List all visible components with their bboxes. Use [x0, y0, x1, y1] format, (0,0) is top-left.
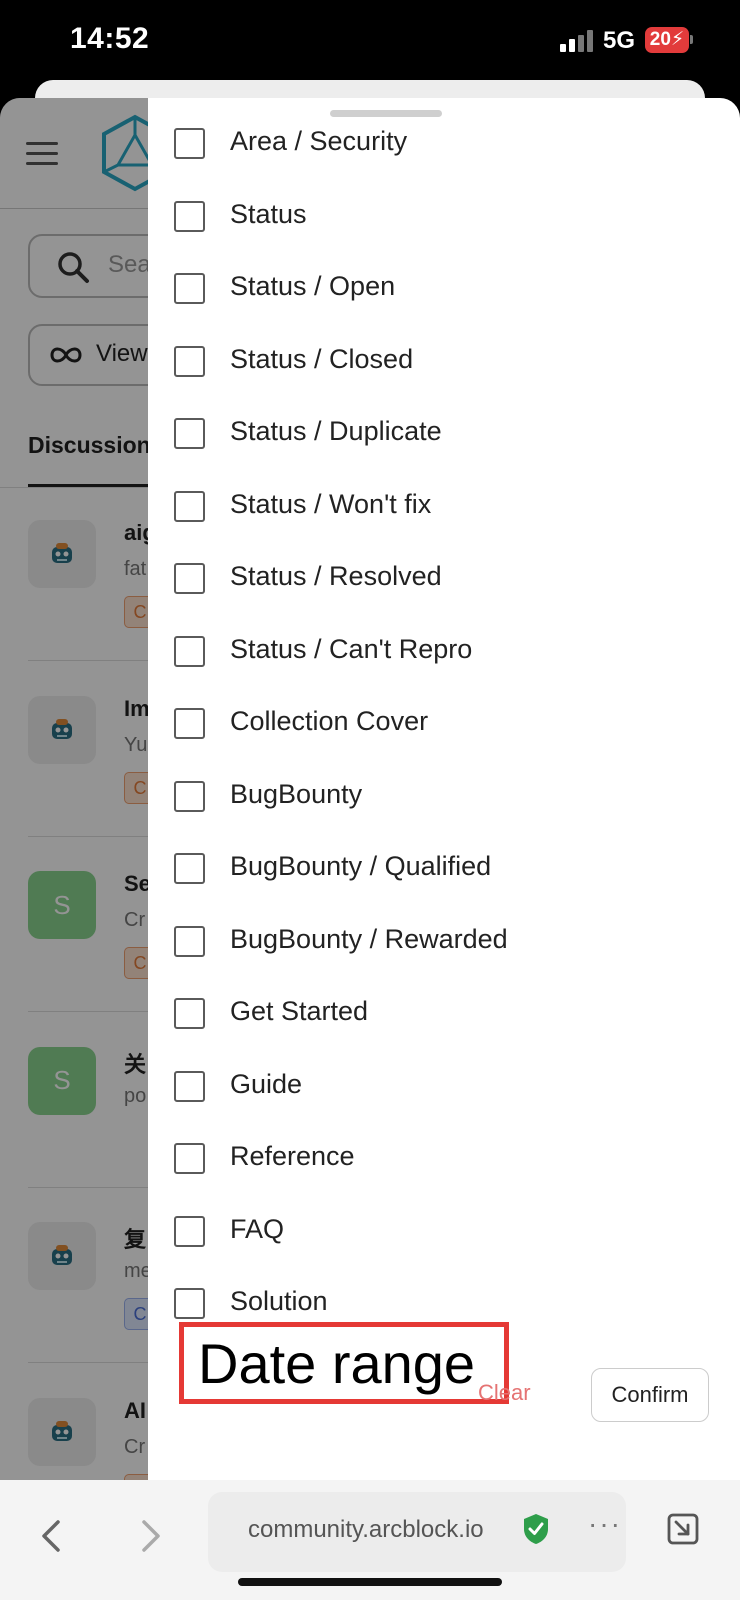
filter-option[interactable]: Status / Won't fix [174, 481, 714, 531]
filter-option-label: Status / Duplicate [230, 416, 442, 446]
secure-shield-icon [524, 1514, 548, 1544]
network-type: 5G [603, 27, 636, 54]
filter-option-label: Status / Resolved [230, 561, 442, 591]
filter-option[interactable]: BugBounty [174, 771, 714, 821]
signal-icon [560, 30, 594, 52]
checkbox[interactable] [174, 853, 205, 884]
filter-option-label: Solution [230, 1286, 328, 1316]
checkbox[interactable] [174, 273, 205, 304]
filter-option-label: Guide [230, 1068, 303, 1099]
filter-option-label: Status [230, 198, 307, 229]
checkbox[interactable] [174, 128, 205, 159]
filter-option-label: Get Started [230, 996, 369, 1026]
status-bar: 14:52 5G 20⚡ [0, 0, 740, 84]
filter-option[interactable]: Status / Can't Repro [174, 626, 714, 676]
battery-icon: 20⚡ [645, 27, 689, 53]
filter-option-label: Status / Can't Repro [230, 633, 473, 664]
filter-option-label: Status / Won't fix [230, 488, 432, 519]
filter-option[interactable]: Collection Cover [174, 698, 714, 748]
filter-option-label: FAQ [230, 1213, 285, 1244]
checkbox[interactable] [174, 563, 205, 594]
checkbox[interactable] [174, 998, 205, 1029]
filter-option[interactable]: Reference [174, 1133, 714, 1183]
filter-option-label: BugBounty / Qualified [230, 851, 492, 881]
checkbox[interactable] [174, 635, 205, 667]
checkbox[interactable] [174, 418, 205, 449]
filter-drawer: Area / Security Status Status / Open Status… [148, 98, 740, 1480]
page: Sea View Discussion aig fat C Im Yu C S Se Cr C S 关… [0, 98, 740, 1480]
filter-option-label: Reference [230, 1141, 355, 1171]
checkbox[interactable] [174, 490, 205, 522]
battery-tip [690, 35, 693, 44]
filter-option[interactable]: Solution [174, 1278, 714, 1328]
checkbox[interactable] [174, 708, 205, 739]
filter-option-label: Collection Cover [230, 706, 429, 736]
checkbox[interactable] [174, 1215, 205, 1247]
filter-option[interactable]: BugBounty / Qualified [174, 843, 714, 893]
filter-option[interactable]: BugBounty / Rewarded [174, 916, 714, 966]
filter-option[interactable]: Status / Resolved [174, 553, 714, 603]
filter-option[interactable]: Status / Duplicate [174, 408, 714, 458]
filter-option-label: BugBounty [230, 778, 363, 809]
confirm-button[interactable]: Confirm [591, 1368, 709, 1422]
back-arrow-icon[interactable] [36, 1516, 66, 1556]
checkbox[interactable] [174, 200, 205, 232]
checkbox[interactable] [174, 925, 205, 957]
filter-option[interactable]: Get Started [174, 988, 714, 1038]
home-indicator [238, 1578, 502, 1586]
forward-arrow-icon[interactable] [136, 1516, 166, 1556]
url-text: community.arcblock.io [248, 1516, 484, 1543]
more-menu-button[interactable]: ··· [588, 1508, 622, 1540]
checkbox[interactable] [174, 1288, 205, 1319]
filter-option-label: Status / Closed [230, 343, 414, 374]
checkbox[interactable] [174, 780, 205, 812]
date-range-label: Date range [198, 1332, 476, 1395]
status-time: 14:52 [70, 22, 150, 55]
address-bar[interactable]: community.arcblock.io [208, 1492, 626, 1572]
checkbox[interactable] [174, 1070, 205, 1102]
filter-option-label: Status / Open [230, 271, 396, 301]
checkbox[interactable] [174, 345, 205, 377]
filter-option[interactable]: Area / Security [174, 118, 714, 168]
filter-option[interactable]: Guide [174, 1061, 714, 1111]
date-range-highlight: Date range [179, 1322, 509, 1404]
minimize-window-icon[interactable] [666, 1512, 700, 1546]
clear-button[interactable]: Clear [478, 1380, 531, 1406]
filter-option[interactable]: Status [174, 191, 714, 241]
drawer-handle[interactable] [330, 110, 442, 117]
battery-level: 20 [649, 29, 671, 50]
filter-option-label: Area / Security [230, 126, 408, 156]
filter-option[interactable]: FAQ [174, 1206, 714, 1256]
filter-option[interactable]: Status / Closed [174, 336, 714, 386]
filter-option[interactable]: Status / Open [174, 263, 714, 313]
checkbox[interactable] [174, 1143, 205, 1174]
filter-option-label: BugBounty / Rewarded [230, 923, 508, 954]
